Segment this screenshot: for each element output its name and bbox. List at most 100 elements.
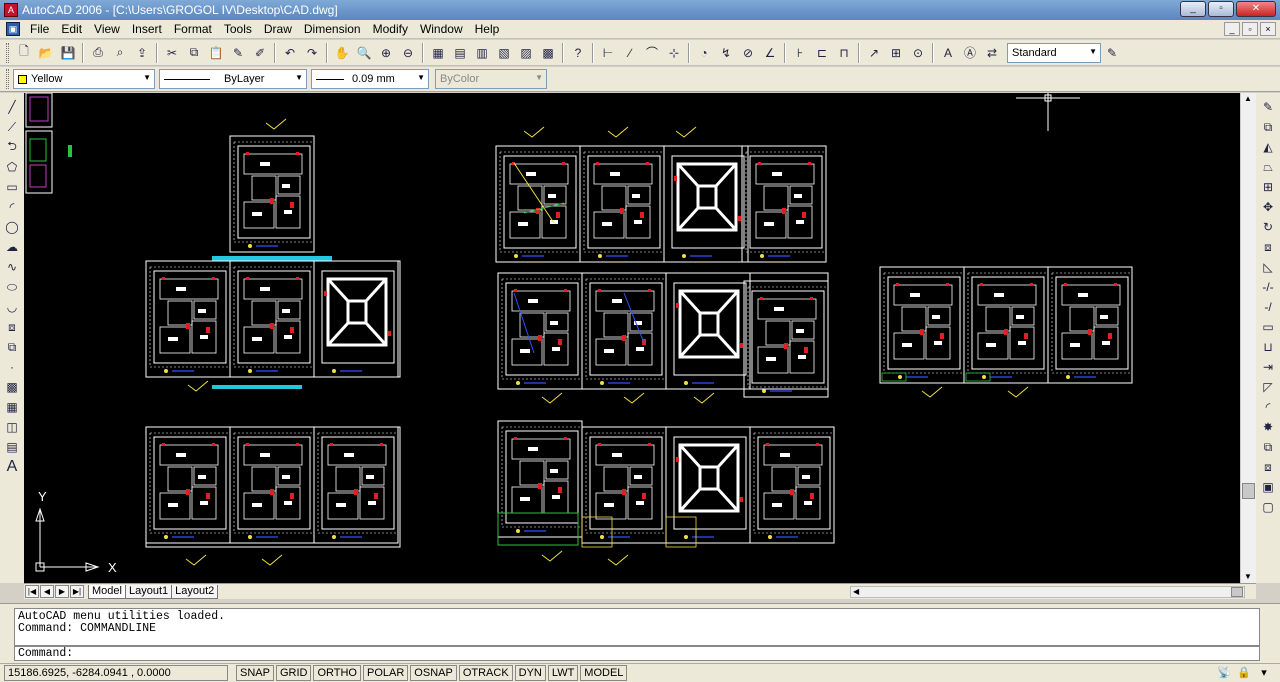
menu-window[interactable]: Window [414,22,469,36]
doc-close-button[interactable]: × [1260,22,1276,36]
last-tab-icon[interactable]: ▶| [70,585,84,598]
arc-icon[interactable]: ◜ [2,197,22,217]
menu-file[interactable]: File [24,22,55,36]
linear-dimension-icon[interactable]: ⊢ [598,43,618,63]
scroll-down-icon[interactable]: ▼ [1244,572,1252,581]
dimension-text-edit-icon[interactable]: Ⓐ [960,43,980,63]
new-icon[interactable]: 🗋 [14,43,34,63]
zoom-realtime-icon[interactable]: 🔍 [354,43,374,63]
toolbar-grip[interactable] [6,42,9,63]
markup-icon[interactable]: ▨ [516,43,536,63]
vertical-scrollbar[interactable]: ▲ ▼ [1240,93,1256,583]
make-block-icon[interactable]: ⧉ [2,337,22,357]
document-icon[interactable]: ▣ [6,22,20,36]
insert-block-icon[interactable]: ⧈ [2,317,22,337]
color-dropdown[interactable]: Yellow ▼ [13,69,155,89]
dyn-toggle[interactable]: DYN [514,665,546,681]
publish-icon[interactable]: ⇪ [132,43,152,63]
undo-icon[interactable]: ↶ [280,43,300,63]
point-icon[interactable]: · [2,357,22,377]
close-button[interactable]: ✕ [1236,1,1276,17]
redo-icon[interactable]: ↷ [302,43,322,63]
linetype-dropdown[interactable]: ByLayer ▼ [159,69,307,89]
radius-icon[interactable]: ◔ [694,43,714,63]
draw-order-under-icon[interactable]: ▢ [1258,497,1278,517]
draw-order-front-icon[interactable]: ⧉ [1258,437,1278,457]
menu-dimension[interactable]: Dimension [298,22,367,36]
quickcalc-icon[interactable]: ▩ [538,43,558,63]
menu-help[interactable]: Help [469,22,506,36]
tab-model[interactable]: Model [88,584,126,599]
autocad-app-icon[interactable]: A [4,3,18,17]
offset-icon[interactable]: ⏢ [1258,157,1278,177]
vertical-scroll-thumb[interactable] [1242,483,1255,499]
fillet-icon[interactable]: ◜ [1258,397,1278,417]
cut-icon[interactable]: ✂ [162,43,182,63]
trim-icon[interactable]: -/- [1258,277,1278,297]
region-icon[interactable]: ◫ [2,417,22,437]
polygon-icon[interactable]: ⬠ [2,157,22,177]
drawing-area[interactable]: Y X [24,93,1240,583]
block-editor-icon[interactable]: ✐ [250,43,270,63]
menu-edit[interactable]: Edit [55,22,88,36]
scroll-up-icon[interactable]: ▲ [1244,94,1252,103]
chamfer-icon[interactable]: ◸ [1258,377,1278,397]
sheet-set-icon[interactable]: ▧ [494,43,514,63]
table-icon[interactable]: ▤ [2,437,22,457]
stretch-icon[interactable]: ◺ [1258,257,1278,277]
ordinate-icon[interactable]: ⊹ [664,43,684,63]
help-icon[interactable]: ? [568,43,588,63]
dimension-style-icon[interactable]: ✎ [1102,43,1122,63]
erase-icon[interactable]: ✎ [1258,97,1278,117]
rectangle-icon[interactable]: ▭ [2,177,22,197]
save-icon[interactable]: 💾 [58,43,78,63]
dimension-edit-icon[interactable]: A [938,43,958,63]
pan-icon[interactable]: ✋ [332,43,352,63]
lock-icon[interactable]: 🔒 [1236,666,1252,680]
draw-order-above-icon[interactable]: ▣ [1258,477,1278,497]
diameter-icon[interactable]: ⊘ [738,43,758,63]
status-menu-icon[interactable]: ▾ [1256,666,1272,680]
aligned-dimension-icon[interactable]: ∕ [620,43,640,63]
tool-palettes-icon[interactable]: ▥ [472,43,492,63]
hatch-icon[interactable]: ▩ [2,377,22,397]
command-input[interactable]: Command: [14,646,1260,661]
dimension-update-icon[interactable]: ⇄ [982,43,1002,63]
copy-icon[interactable]: ⧉ [184,43,204,63]
multiline-text-icon[interactable]: A [2,457,22,477]
arc-length-icon[interactable]: ⌒ [642,43,662,63]
plot-preview-icon[interactable]: ⌕ [110,43,130,63]
tab-layout2[interactable]: Layout2 [171,584,219,599]
draw-order-back-icon[interactable]: ⧈ [1258,457,1278,477]
snap-toggle[interactable]: SNAP [236,665,274,681]
explode-icon[interactable]: ✸ [1258,417,1278,437]
rotate-icon[interactable]: ↻ [1258,217,1278,237]
next-tab-icon[interactable]: ▶ [55,585,69,598]
first-tab-icon[interactable]: |◀ [25,585,39,598]
menu-tools[interactable]: Tools [218,22,258,36]
angular-icon[interactable]: ∠ [760,43,780,63]
maximize-button[interactable]: ▫ [1208,1,1234,17]
prev-tab-icon[interactable]: ◀ [40,585,54,598]
horizontal-scroll-thumb[interactable] [1231,587,1243,597]
ellipse-arc-icon[interactable]: ◡ [2,297,22,317]
baseline-icon[interactable]: ⊏ [812,43,832,63]
zoom-previous-icon[interactable]: ⊖ [398,43,418,63]
ortho-toggle[interactable]: ORTHO [313,665,361,681]
continue-icon[interactable]: ⊓ [834,43,854,63]
copy-object-icon[interactable]: ⧉ [1258,117,1278,137]
revision-cloud-icon[interactable]: ☁ [2,237,22,257]
break-icon[interactable]: ⊔ [1258,337,1278,357]
open-icon[interactable]: 📂 [36,43,56,63]
tolerance-icon[interactable]: ⊞ [886,43,906,63]
lwt-toggle[interactable]: LWT [547,665,579,681]
toolbar-grip[interactable] [6,69,9,89]
menu-insert[interactable]: Insert [126,22,168,36]
ellipse-icon[interactable]: ⬭ [2,277,22,297]
extend-icon[interactable]: -/ [1258,297,1278,317]
plotstyle-dropdown[interactable]: ByColor ▼ [435,69,547,89]
grid-toggle[interactable]: GRID [275,665,312,681]
gradient-icon[interactable]: ▦ [2,397,22,417]
construction-line-icon[interactable]: ⟋ [2,117,22,137]
array-icon[interactable]: ⊞ [1258,177,1278,197]
